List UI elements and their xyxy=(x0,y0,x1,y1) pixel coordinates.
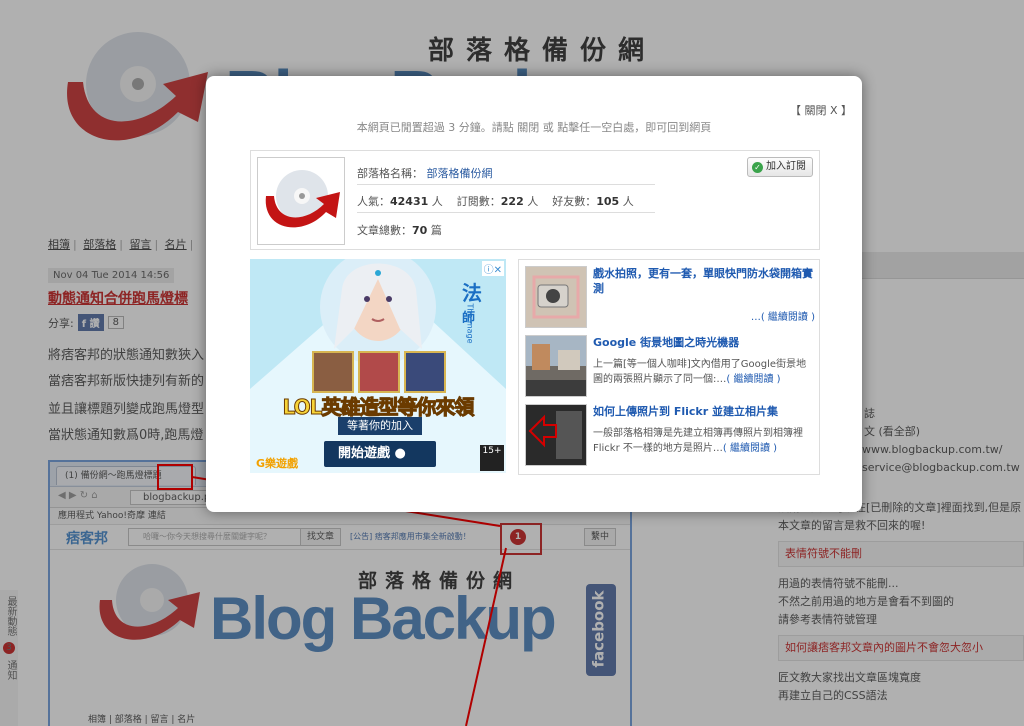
ad-class-name: 法 xyxy=(462,281,482,305)
friends-value: 105 xyxy=(596,195,620,208)
ad-class-en: The mage xyxy=(465,303,475,344)
related-read-more[interactable]: …( 繼續閱讀 ) xyxy=(593,310,815,325)
related-post[interactable]: 如何上傳照片到 Flickr 並建立相片集 一般部落格相簿是先建立相簿再傳照片到… xyxy=(525,404,815,468)
popularity-value: 42431 xyxy=(390,195,429,208)
related-post[interactable]: Google 街景地圖之時光機器 上一篇[等一個人咖啡]文內借用了Google街… xyxy=(525,335,815,399)
blog-stats-line: 人氣：42431 人 訂閱數：222 人 好友數：105 人 xyxy=(357,195,634,208)
blog-avatar xyxy=(257,157,345,245)
ad-subtitle: 等著你的加入 xyxy=(338,417,422,435)
idle-modal: 【 關閉 X 】 本網頁已閒置超過 3 分鐘。請點 關閉 或 點擊任一空白處，即… xyxy=(206,76,862,512)
ad-hero-portraits xyxy=(312,351,446,393)
ad-start-game-button[interactable]: 開始遊戲 ● xyxy=(324,441,436,467)
related-desc: 一般部落格相簿是先建立相簿再傳照片到相簿裡Flickr 不一樣的地方是照片…( … xyxy=(593,428,803,454)
related-desc: 上一篇[等一個人咖啡]文內借用了Google街景地圖的兩張照片顯示了同一個:…(… xyxy=(593,359,807,385)
related-thumbnail[interactable] xyxy=(525,266,587,328)
related-post[interactable]: 戲水拍照，更有一套，單眼快門防水袋開箱實測 …( 繼續閱讀 ) xyxy=(525,266,815,330)
ad-age-rating: 15+ xyxy=(480,445,504,471)
subscribe-button[interactable]: ✓ 加入訂閱 xyxy=(747,157,813,177)
related-title[interactable]: 戲水拍照，更有一套，單眼快門防水袋開箱實測 xyxy=(593,266,815,296)
related-title[interactable]: 如何上傳照片到 Flickr 並建立相片集 xyxy=(593,404,815,419)
subscribers-value: 222 xyxy=(500,195,524,208)
ad-title: LOL英雄造型等你來領 xyxy=(282,395,475,420)
blog-info-card: 部落格名稱： 部落格備份網 人氣：42431 人 訂閱數：222 人 好友數：1… xyxy=(250,150,820,250)
related-thumbnail[interactable] xyxy=(525,404,587,466)
article-count-value: 70 xyxy=(412,224,428,237)
ad-info-icon[interactable]: ⓘ✕ xyxy=(481,261,504,276)
modal-close-button[interactable]: 【 關閉 X 】 xyxy=(790,102,852,118)
idle-notice: 本網頁已閒置超過 3 分鐘。請點 關閉 或 點擊任一空白處，即可回到網頁 xyxy=(356,121,712,134)
hero-portrait xyxy=(404,351,446,393)
check-icon: ✓ xyxy=(752,161,763,173)
related-thumbnail[interactable] xyxy=(525,335,587,397)
related-posts: 戲水拍照，更有一套，單眼快門防水袋開箱實測 …( 繼續閱讀 ) Google 街… xyxy=(518,259,820,475)
ad-banner[interactable]: ⓘ✕ 法 師 The mage LOL英雄造型等你來領 等著你的加入 開始遊戲 … xyxy=(250,259,506,473)
blog-name-line: 部落格名稱： 部落格備份網 xyxy=(357,167,493,180)
related-read-more[interactable]: ( 繼續閱讀 ) xyxy=(726,374,780,385)
related-read-more[interactable]: ( 繼續閱讀 ) xyxy=(723,443,777,454)
article-count-line: 文章總數：70 篇 xyxy=(357,224,442,237)
ad-game-logo: G樂遊戲 xyxy=(256,457,299,470)
hero-portrait xyxy=(358,351,400,393)
hero-portrait xyxy=(312,351,354,393)
related-title[interactable]: Google 街景地圖之時光機器 xyxy=(593,335,815,350)
blog-name-link[interactable]: 部落格備份網 xyxy=(427,167,493,180)
blog-logo-icon xyxy=(265,170,340,228)
